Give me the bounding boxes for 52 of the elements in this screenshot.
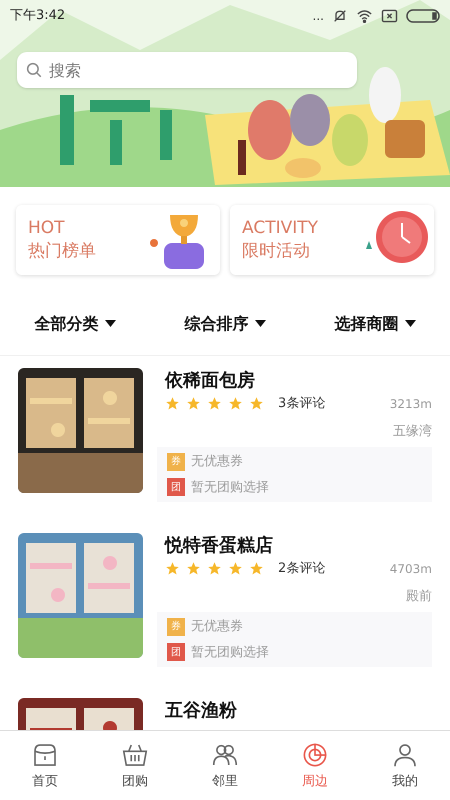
group-buy-text: 暂无团购选择 <box>191 478 269 496</box>
sim-icon <box>381 8 398 23</box>
tab-item[interactable]: 周边 <box>270 731 360 800</box>
promo-subtitle: 热门榜单 <box>28 240 96 263</box>
mute-icon <box>332 8 348 24</box>
group-badge: 团 <box>167 478 185 496</box>
distance: 3213m <box>390 396 432 413</box>
area-name: 殿前 <box>406 588 432 606</box>
shop-name: 悦特香蛋糕店 <box>165 534 274 558</box>
tab-item[interactable]: 首页 <box>0 731 90 800</box>
star-icon <box>186 561 201 576</box>
wifi-icon <box>356 8 373 24</box>
shop-name: 五谷渔粉 <box>165 699 238 723</box>
promo-title: ACTIVITY <box>242 217 318 239</box>
shop-row[interactable]: 依稀面包房 3条评论 3213m 五缘湾 券 无优惠券 团 暂无团购选择 <box>0 356 450 521</box>
more-indicator: ... <box>312 8 324 25</box>
review-count: 3条评论 <box>278 395 326 413</box>
star-icon <box>228 396 243 412</box>
star-icon <box>165 396 180 412</box>
shop-name: 依稀面包房 <box>165 369 256 393</box>
coupon-text: 无优惠券 <box>191 453 243 471</box>
distance: 4703m <box>390 560 432 578</box>
coupon-text: 无优惠券 <box>191 618 243 636</box>
caret-icon <box>404 320 416 328</box>
group-badge: 团 <box>167 643 185 662</box>
star-icon <box>207 561 222 576</box>
star-icon <box>186 396 201 412</box>
tab-item[interactable]: 邻里 <box>180 731 270 800</box>
status-time: 下午3:42 <box>10 7 66 25</box>
group-buy-text: 暂无团购选择 <box>191 644 269 662</box>
caret-icon <box>104 320 116 328</box>
coupon-badge: 券 <box>167 618 185 636</box>
tab-item[interactable]: 团购 <box>90 731 180 800</box>
area-name: 五缘湾 <box>393 422 432 440</box>
star-icon <box>207 396 222 412</box>
filter-dropdown[interactable]: 综合排序 <box>184 312 266 336</box>
search-field[interactable]: 搜索 <box>17 52 357 88</box>
filter-dropdown[interactable]: 选择商圈 <box>334 312 416 336</box>
search-icon <box>25 61 43 79</box>
star-icon <box>165 561 180 576</box>
star-icon <box>249 561 264 576</box>
shop-row[interactable]: 悦特香蛋糕店 2条评论 4703m 殿前 券 无优惠券 团 暂无团购选择 <box>0 521 450 686</box>
filter-dropdown[interactable]: 全部分类 <box>34 312 116 336</box>
promo-title: HOT <box>28 217 65 239</box>
coupon-badge: 券 <box>167 452 185 471</box>
star-icon <box>228 561 243 576</box>
review-count: 2条评论 <box>278 560 326 578</box>
promo-subtitle: 限时活动 <box>242 240 310 263</box>
tab-item[interactable]: 我的 <box>360 731 450 800</box>
battery-icon <box>406 8 440 23</box>
caret-icon <box>254 320 266 328</box>
star-icon <box>249 396 264 412</box>
